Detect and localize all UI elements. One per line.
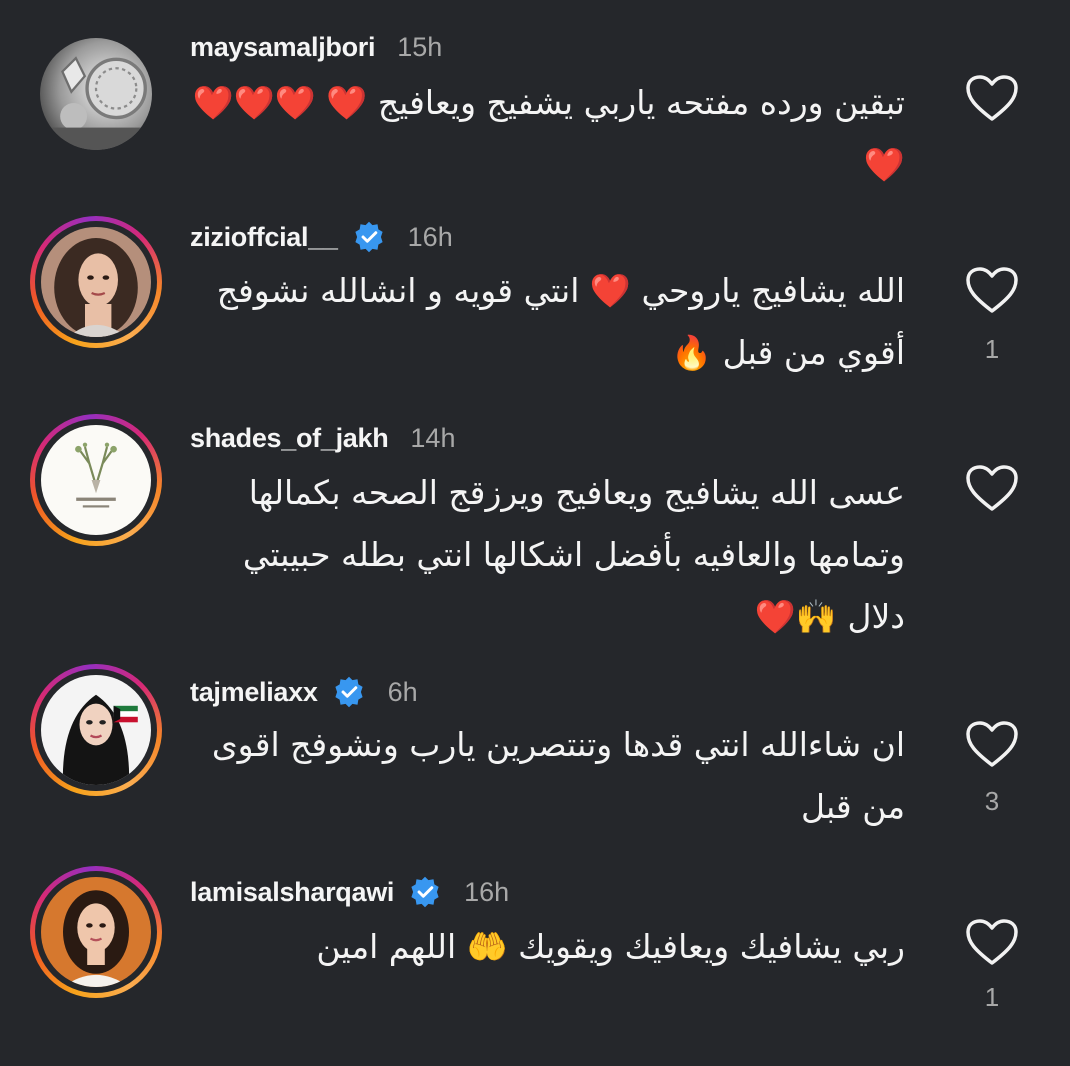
heart-icon[interactable] (965, 74, 1019, 122)
timestamp: 15h (397, 31, 443, 62)
comment-text: ربي يشافيك ويعافيك ويقويك 🤲 اللهم امين (316, 927, 905, 966)
username[interactable]: maysamaljbori (190, 32, 376, 63)
avatar[interactable] (30, 866, 162, 998)
comments-list: maysamaljbori 15h تبقين ورده مفتحه ياربي… (0, 0, 1070, 1066)
comment-text: ان شاءالله انتي قدها وتنتصرين يارب ونشوف… (211, 725, 905, 826)
comment-text: تبقين ورده مفتحه ياربي يشفيج ويعافيج ❤️ … (192, 83, 905, 184)
comment-item: tajmeliaxx 6h ان شاءالله انتي قدها وتنتص… (0, 660, 1070, 860)
avatar[interactable] (30, 664, 162, 796)
like-count[interactable]: 1 (965, 982, 1019, 1013)
comment-text: عسى الله يشافيج ويعافيج ويرزقج الصحه بكم… (242, 473, 905, 636)
username[interactable]: shades_of_jakh (190, 423, 389, 454)
comment-item: zizioffcial__ 16h الله يشافيج ياروحي ❤️ … (0, 200, 1070, 410)
avatar[interactable] (30, 414, 162, 546)
timestamp: 16h (407, 221, 453, 252)
woman-portrait-photo (41, 877, 151, 987)
comment-item: maysamaljbori 15h تبقين ورده مفتحه ياربي… (0, 0, 1070, 200)
username[interactable]: lamisalsharqawi (190, 877, 394, 908)
verified-badge-icon (408, 875, 442, 909)
heart-icon[interactable] (965, 464, 1019, 512)
illustrated-woman-flag (41, 675, 151, 785)
verified-badge-icon (332, 675, 366, 709)
timestamp: 14h (410, 422, 456, 453)
heart-icon[interactable] (965, 918, 1019, 966)
timestamp: 6h (387, 676, 418, 707)
deer-logo (41, 425, 151, 535)
silver-ornaments-photo (40, 38, 152, 150)
like-count[interactable]: 3 (965, 786, 1019, 817)
username[interactable]: tajmeliaxx (190, 677, 318, 708)
avatar[interactable] (30, 28, 162, 160)
verified-badge-icon (352, 220, 386, 254)
avatar[interactable] (30, 216, 162, 348)
comment-item: shades_of_jakh 14h عسى الله يشافيج ويعاف… (0, 410, 1070, 660)
heart-icon[interactable] (965, 720, 1019, 768)
username[interactable]: zizioffcial__ (190, 222, 338, 253)
comment-item: lamisalsharqawi 16h ربي يشافيك ويعافيك و… (0, 860, 1070, 1066)
like-count[interactable]: 1 (965, 334, 1019, 365)
woman-portrait-photo (41, 227, 151, 337)
timestamp: 16h (464, 876, 510, 907)
comment-text: الله يشافيج ياروحي ❤️ انتي قويه و انشالل… (216, 271, 905, 372)
heart-icon[interactable] (965, 266, 1019, 314)
